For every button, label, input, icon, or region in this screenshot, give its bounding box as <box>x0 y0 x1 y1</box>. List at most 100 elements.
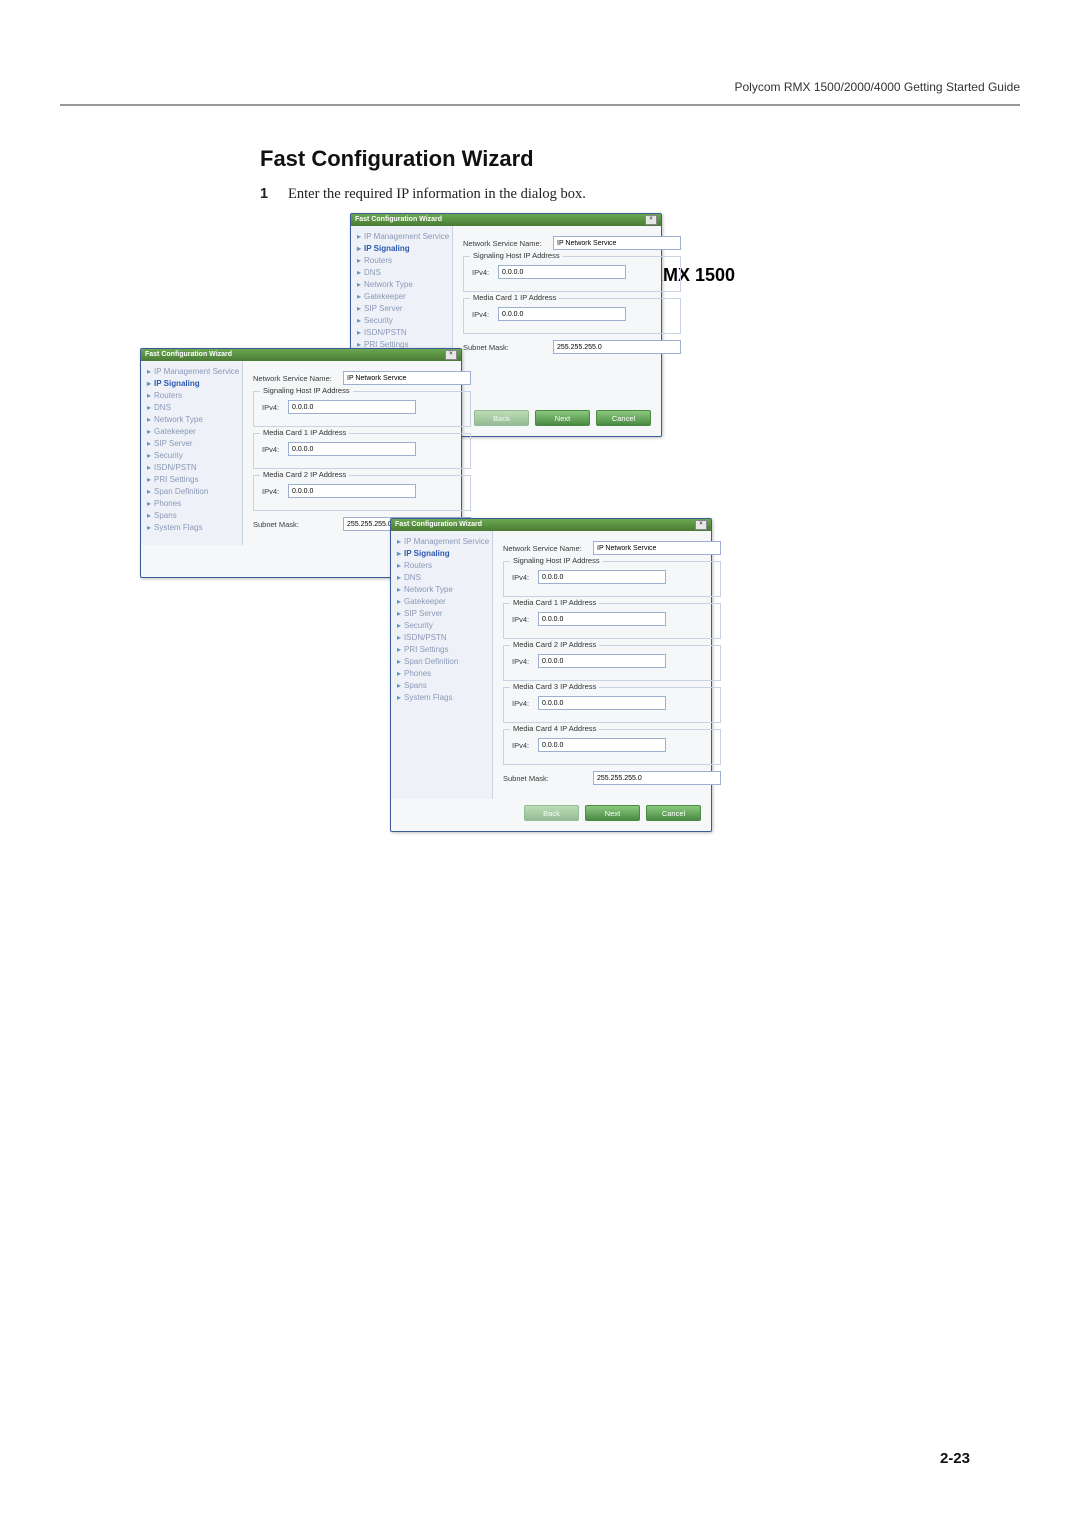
media-card-2-legend: Media Card 2 IP Address <box>510 640 599 649</box>
ipv4-label: IPv4: <box>262 487 288 496</box>
subnet-input[interactable] <box>593 771 721 785</box>
wizard-titlebar: Fast Configuration Wizard × <box>391 519 711 531</box>
nav-item-ip-signaling[interactable]: ▸IP Signaling <box>355 242 450 254</box>
cancel-button[interactable]: Cancel <box>646 805 701 821</box>
nav-item-pri-settings[interactable]: ▸PRI Settings <box>395 643 490 655</box>
nav-item-spans[interactable]: ▸Spans <box>145 509 240 521</box>
nav-item-routers[interactable]: ▸Routers <box>145 389 240 401</box>
nav-item-ip-mgmt[interactable]: ▸IP Management Service <box>145 365 240 377</box>
nav-item-security[interactable]: ▸Security <box>355 314 450 326</box>
cancel-button[interactable]: Cancel <box>596 410 651 426</box>
next-button[interactable]: Next <box>535 410 590 426</box>
signaling-host-group: Signaling Host IP Address IPv4: <box>253 391 471 427</box>
nav-item-ip-mgmt[interactable]: ▸IP Management Service <box>395 535 490 547</box>
wizard-footer: Back Next Cancel <box>391 799 711 831</box>
ipv4-label: IPv4: <box>472 268 498 277</box>
media-card-2-group: Media Card 2 IP Address IPv4: <box>503 645 721 681</box>
media4-ipv4-input[interactable] <box>538 738 666 752</box>
ipv4-label: IPv4: <box>512 699 538 708</box>
nav-item-dns[interactable]: ▸DNS <box>395 571 490 583</box>
subnet-input[interactable] <box>553 340 681 354</box>
subnet-label: Subnet Mask: <box>503 774 593 783</box>
nav-item-phones[interactable]: ▸Phones <box>145 497 240 509</box>
ipv4-label: IPv4: <box>512 573 538 582</box>
nav-item-sip-server[interactable]: ▸SIP Server <box>395 607 490 619</box>
media1-ipv4-input[interactable] <box>538 612 666 626</box>
nav-item-gatekeeper[interactable]: ▸Gatekeeper <box>355 290 450 302</box>
media-card-2-group: Media Card 2 IP Address IPv4: <box>253 475 471 511</box>
close-icon[interactable]: × <box>645 215 657 225</box>
media-card-2-legend: Media Card 2 IP Address <box>260 470 349 479</box>
wizard-titlebar: Fast Configuration Wizard × <box>351 214 661 226</box>
network-service-input[interactable] <box>343 371 471 385</box>
wizard-rmx-4000: Fast Configuration Wizard × ▸IP Manageme… <box>390 518 712 832</box>
signaling-host-legend: Signaling Host IP Address <box>510 556 603 565</box>
media3-ipv4-input[interactable] <box>538 696 666 710</box>
nav-item-pri-settings[interactable]: ▸PRI Settings <box>145 473 240 485</box>
page-title: Fast Configuration Wizard <box>260 146 880 172</box>
wizard-nav: ▸IP Management Service ▸IP Signaling ▸Ro… <box>141 361 243 545</box>
page-number: 2-23 <box>940 1450 970 1467</box>
wizard-main: Network Service Name: Signaling Host IP … <box>453 226 691 404</box>
network-service-label: Network Service Name: <box>463 239 553 248</box>
nav-item-isdn-pstn[interactable]: ▸ISDN/PSTN <box>395 631 490 643</box>
network-service-label: Network Service Name: <box>503 544 593 553</box>
nav-item-system-flags[interactable]: ▸System Flags <box>145 521 240 533</box>
ipv4-label: IPv4: <box>262 403 288 412</box>
wizard-nav: ▸IP Management Service ▸IP Signaling ▸Ro… <box>391 531 493 799</box>
nav-item-network-type[interactable]: ▸Network Type <box>355 278 450 290</box>
network-service-input[interactable] <box>553 236 681 250</box>
nav-item-dns[interactable]: ▸DNS <box>145 401 240 413</box>
close-icon[interactable]: × <box>695 520 707 530</box>
network-service-label: Network Service Name: <box>253 374 343 383</box>
signaling-host-group: Signaling Host IP Address IPv4: <box>463 256 681 292</box>
nav-item-spans[interactable]: ▸Spans <box>395 679 490 691</box>
media2-ipv4-input[interactable] <box>538 654 666 668</box>
back-button[interactable]: Back <box>474 410 529 426</box>
nav-item-routers[interactable]: ▸Routers <box>355 254 450 266</box>
close-icon[interactable]: × <box>445 350 457 360</box>
signaling-ipv4-input[interactable] <box>538 570 666 584</box>
wizard-title: Fast Configuration Wizard <box>355 214 442 226</box>
media-card-4-group: Media Card 4 IP Address IPv4: <box>503 729 721 765</box>
media-card-1-group: Media Card 1 IP Address IPv4: <box>463 298 681 334</box>
nav-item-span-def[interactable]: ▸Span Definition <box>145 485 240 497</box>
signaling-host-legend: Signaling Host IP Address <box>260 386 353 395</box>
nav-item-phones[interactable]: ▸Phones <box>395 667 490 679</box>
content-block: Fast Configuration Wizard 1 Enter the re… <box>260 146 880 203</box>
signaling-ipv4-input[interactable] <box>498 265 626 279</box>
nav-item-ip-mgmt[interactable]: ▸IP Management Service <box>355 230 450 242</box>
back-button[interactable]: Back <box>524 805 579 821</box>
nav-item-span-def[interactable]: ▸Span Definition <box>395 655 490 667</box>
nav-item-isdn-pstn[interactable]: ▸ISDN/PSTN <box>145 461 240 473</box>
ipv4-label: IPv4: <box>472 310 498 319</box>
media1-ipv4-input[interactable] <box>288 442 416 456</box>
nav-item-routers[interactable]: ▸Routers <box>395 559 490 571</box>
nav-item-dns[interactable]: ▸DNS <box>355 266 450 278</box>
nav-item-sip-server[interactable]: ▸SIP Server <box>145 437 240 449</box>
signaling-ipv4-input[interactable] <box>288 400 416 414</box>
media2-ipv4-input[interactable] <box>288 484 416 498</box>
subnet-label: Subnet Mask: <box>253 520 343 529</box>
nav-item-network-type[interactable]: ▸Network Type <box>395 583 490 595</box>
step-number: 1 <box>260 186 278 203</box>
nav-item-gatekeeper[interactable]: ▸Gatekeeper <box>395 595 490 607</box>
media-card-1-legend: Media Card 1 IP Address <box>510 598 599 607</box>
step-text: Enter the required IP information in the… <box>288 186 586 203</box>
nav-item-security[interactable]: ▸Security <box>145 449 240 461</box>
nav-item-ip-signaling[interactable]: ▸IP Signaling <box>395 547 490 559</box>
nav-item-system-flags[interactable]: ▸System Flags <box>395 691 490 703</box>
wizard-title: Fast Configuration Wizard <box>395 519 482 531</box>
nav-item-gatekeeper[interactable]: ▸Gatekeeper <box>145 425 240 437</box>
wizard-titlebar: Fast Configuration Wizard × <box>141 349 461 361</box>
nav-item-security[interactable]: ▸Security <box>395 619 490 631</box>
nav-item-network-type[interactable]: ▸Network Type <box>145 413 240 425</box>
next-button[interactable]: Next <box>585 805 640 821</box>
nav-item-ip-signaling[interactable]: ▸IP Signaling <box>145 377 240 389</box>
nav-item-isdn-pstn[interactable]: ▸ISDN/PSTN <box>355 326 450 338</box>
media1-ipv4-input[interactable] <box>498 307 626 321</box>
network-service-input[interactable] <box>593 541 721 555</box>
ipv4-label: IPv4: <box>262 445 288 454</box>
wizard-title: Fast Configuration Wizard <box>145 349 232 361</box>
nav-item-sip-server[interactable]: ▸SIP Server <box>355 302 450 314</box>
